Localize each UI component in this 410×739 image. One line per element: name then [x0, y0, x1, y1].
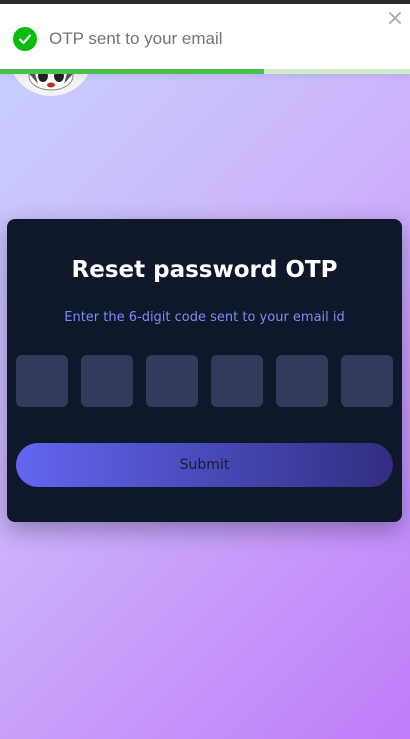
otp-digit-5[interactable]: [276, 355, 328, 407]
toast-progress-bar: [0, 69, 265, 74]
otp-input-group: [16, 355, 393, 407]
submit-button[interactable]: Submit: [16, 443, 393, 487]
otp-digit-6[interactable]: [341, 355, 393, 407]
otp-digit-4[interactable]: [211, 355, 263, 407]
otp-digit-1[interactable]: [16, 355, 68, 407]
page-title: Reset password OTP: [71, 257, 338, 283]
close-icon[interactable]: [388, 10, 402, 24]
check-circle-icon: [13, 27, 37, 51]
toast-notification: OTP sent to your email: [0, 4, 410, 74]
toast-message: OTP sent to your email: [49, 29, 223, 48]
page-subtitle: Enter the 6-digit code sent to your emai…: [64, 310, 345, 325]
reset-otp-card: Reset password OTP Enter the 6-digit cod…: [7, 219, 402, 522]
otp-digit-2[interactable]: [81, 355, 133, 407]
otp-digit-3[interactable]: [146, 355, 198, 407]
